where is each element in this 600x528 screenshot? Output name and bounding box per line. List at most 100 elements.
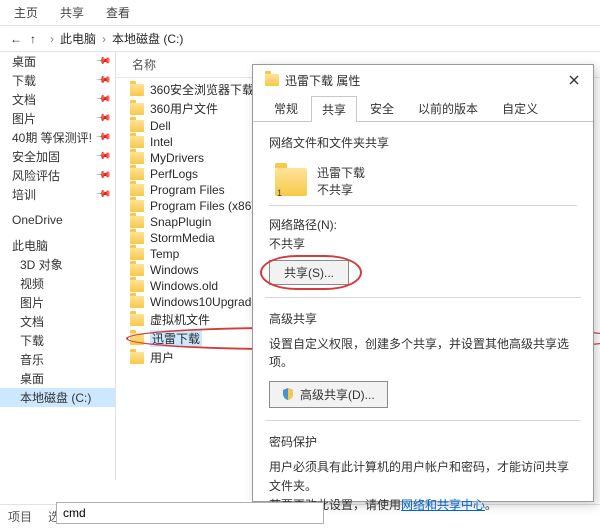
divider [265, 297, 581, 298]
folder-name: 用户 [150, 349, 174, 366]
folder-icon [265, 74, 279, 86]
folder-icon [130, 352, 144, 364]
folder-icon [130, 84, 144, 96]
tab-security[interactable]: 安全 [359, 95, 405, 121]
folder-name: Windows.old [150, 279, 218, 293]
tree-item-thispc[interactable]: 此电脑 [0, 236, 115, 255]
tree-item[interactable]: 3D 对象 [0, 255, 115, 274]
folder-name: Intel [150, 135, 173, 149]
folder-icon [130, 232, 144, 244]
tree-item[interactable]: 桌面 [0, 369, 115, 388]
tree-item[interactable]: 文档 [0, 312, 115, 331]
tab-previous[interactable]: 以前的版本 [407, 95, 489, 121]
folder-icon [130, 280, 144, 292]
folder-name: Windows [150, 263, 199, 277]
dialog-titlebar: 迅雷下载 属性 [253, 65, 593, 95]
folder-name: MyDrivers [150, 151, 204, 165]
run-field [56, 502, 324, 524]
folder-icon [130, 184, 144, 196]
status-count: 项目 [8, 508, 32, 525]
netpath-value: 不共享 [269, 235, 577, 252]
folder-name: 迅雷下载 [150, 330, 202, 347]
breadcrumb-drive[interactable]: 本地磁盘 (C:) [112, 30, 183, 47]
pin-icon: 📌 [94, 167, 111, 184]
tree-item-onedrive[interactable]: OneDrive [0, 212, 115, 228]
pin-icon: 📌 [94, 186, 111, 203]
tree-item[interactable]: 桌面📌 [0, 52, 115, 71]
ribbon-tab-view[interactable]: 查看 [106, 4, 130, 21]
folder-name: Dell [150, 119, 171, 133]
tree-item[interactable]: 下载 [0, 331, 115, 350]
tab-general[interactable]: 常规 [263, 95, 309, 121]
pin-icon: 📌 [94, 53, 111, 70]
ribbon-tab-share[interactable]: 共享 [60, 4, 84, 21]
share-name: 迅雷下载 [317, 165, 365, 182]
advanced-share-button[interactable]: 高级共享(D)... [269, 381, 388, 408]
folder-icon [130, 248, 144, 260]
folder-name: StormMedia [150, 231, 215, 245]
folder-name: Program Files [150, 183, 225, 197]
adv-heading: 高级共享 [269, 310, 577, 327]
chevron-right-icon: › [102, 32, 106, 46]
folder-icon [130, 216, 144, 228]
command-input[interactable] [56, 502, 324, 524]
tree-item[interactable]: 下载📌 [0, 71, 115, 90]
properties-dialog: 迅雷下载 属性 常规 共享 安全 以前的版本 自定义 网络文件和文件夹共享 迅雷… [252, 64, 594, 502]
share-info: 迅雷下载 不共享 [269, 159, 577, 206]
folder-icon [130, 333, 144, 345]
share-state: 不共享 [317, 182, 365, 199]
up-icon[interactable]: ↑ [30, 32, 44, 46]
folder-icon [130, 136, 144, 148]
tree-item[interactable]: 培训📌 [0, 185, 115, 204]
dialog-tabs: 常规 共享 安全 以前的版本 自定义 [253, 95, 593, 122]
pin-icon: 📌 [94, 110, 111, 127]
close-icon[interactable] [563, 71, 585, 89]
breadcrumb-bar: ← ↑ › 此电脑 › 本地磁盘 (C:) [0, 26, 600, 52]
tree-item[interactable]: 安全加固📌 [0, 147, 115, 166]
folder-name: Program Files (x86) [150, 199, 255, 213]
tree-item-drive[interactable]: 本地磁盘 (C:) [0, 388, 115, 407]
shield-icon [282, 388, 294, 400]
adv-desc: 设置自定义权限，创建多个共享，并设置其他高级共享选项。 [269, 335, 577, 371]
tree-item[interactable]: 音乐 [0, 350, 115, 369]
folder-icon [130, 103, 144, 115]
pin-icon: 📌 [94, 148, 111, 165]
ribbon: 主页 共享 查看 [0, 0, 600, 26]
netpath-label: 网络路径(N): [269, 216, 577, 233]
network-center-link[interactable]: 网络和共享中心 [401, 498, 485, 512]
folder-icon [130, 168, 144, 180]
folder-icon [130, 152, 144, 164]
folder-icon [130, 296, 144, 308]
tree-item[interactable]: 40期 等保测评!📌 [0, 128, 115, 147]
folder-name: SnapPlugin [150, 215, 211, 229]
tree-item[interactable]: 图片 [0, 293, 115, 312]
pin-icon: 📌 [94, 72, 111, 89]
back-icon[interactable]: ← [10, 32, 24, 46]
tab-custom[interactable]: 自定义 [491, 95, 549, 121]
pw-heading: 密码保护 [269, 433, 577, 450]
advanced-share-label: 高级共享(D)... [300, 386, 375, 403]
folder-name: 360安全浏览器下载 [150, 81, 254, 98]
pin-icon: 📌 [94, 91, 111, 108]
folder-icon [130, 200, 144, 212]
folder-icon [130, 120, 144, 132]
folder-name: Windows10Upgrade [150, 295, 258, 309]
breadcrumb-thispc[interactable]: 此电脑 [60, 30, 96, 47]
dialog-title: 迅雷下载 属性 [285, 72, 360, 89]
ribbon-tab-home[interactable]: 主页 [14, 4, 38, 21]
pin-icon: 📌 [94, 129, 111, 146]
folder-name: PerfLogs [150, 167, 198, 181]
chevron-right-icon: › [50, 32, 54, 46]
share-button[interactable]: 共享(S)... [269, 260, 349, 285]
folder-name: 虚拟机文件 [150, 311, 210, 328]
tree-item[interactable]: 图片📌 [0, 109, 115, 128]
tab-sharing[interactable]: 共享 [311, 96, 357, 122]
tree-item[interactable]: 文档📌 [0, 90, 115, 109]
folder-icon [130, 264, 144, 276]
folder-icon [275, 168, 307, 196]
pw-line1: 用户必须具有此计算机的用户帐户和密码，才能访问共享文件夹。 [269, 458, 577, 496]
tree-item[interactable]: 风险评估📌 [0, 166, 115, 185]
divider [265, 420, 581, 421]
share-heading: 网络文件和文件夹共享 [269, 134, 577, 151]
tree-item[interactable]: 视频 [0, 274, 115, 293]
